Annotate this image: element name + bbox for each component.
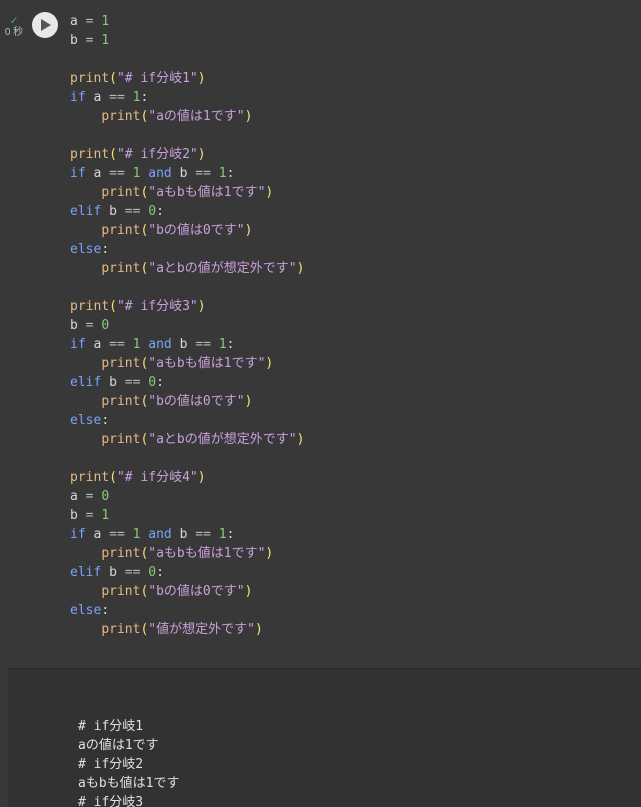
exec-time-label: 0 秒 <box>5 28 23 38</box>
code-line: b = 1 <box>70 506 633 525</box>
code-line <box>70 126 633 145</box>
cell-main: a = 1b = 1print("# if分岐1")if a == 1: pri… <box>62 0 641 807</box>
cell-output: # if分岐1 aの値は1です # if分岐2 aもbも値は1です # if分岐… <box>8 668 641 807</box>
code-line: print("値が想定外です") <box>70 620 633 639</box>
code-line: if a == 1 and b == 1: <box>70 525 633 544</box>
code-line <box>70 50 633 69</box>
code-line: print("bの値は0です") <box>70 392 633 411</box>
code-line: else: <box>70 240 633 259</box>
code-line: b = 0 <box>70 316 633 335</box>
code-line: if a == 1 and b == 1: <box>70 164 633 183</box>
code-line: else: <box>70 411 633 430</box>
code-line: elif b == 0: <box>70 373 633 392</box>
play-icon <box>39 19 51 31</box>
code-line <box>70 278 633 297</box>
code-line: print("# if分岐2") <box>70 145 633 164</box>
code-line: print("# if分岐4") <box>70 468 633 487</box>
code-line: print("aの値は1です") <box>70 107 633 126</box>
code-line: print("aとbの値が想定外です") <box>70 430 633 449</box>
code-line: print("aとbの値が想定外です") <box>70 259 633 278</box>
code-line: if a == 1 and b == 1: <box>70 335 633 354</box>
code-line: print("# if分岐1") <box>70 69 633 88</box>
code-line: elif b == 0: <box>70 563 633 582</box>
code-line: else: <box>70 601 633 620</box>
code-line <box>70 449 633 468</box>
stdout-text: # if分岐1 aの値は1です # if分岐2 aもbも値は1です # if分岐… <box>78 717 633 807</box>
code-line: print("bの値は0です") <box>70 221 633 240</box>
code-line: a = 1 <box>70 12 633 31</box>
success-check-icon: ✓ <box>10 14 17 26</box>
code-line: print("bの値は0です") <box>70 582 633 601</box>
code-line: a = 0 <box>70 487 633 506</box>
notebook-cell: ✓ 0 秒 a = 1b = 1print("# if分岐1")if a == … <box>0 0 641 807</box>
code-editor[interactable]: a = 1b = 1print("# if分岐1")if a == 1: pri… <box>62 0 641 668</box>
code-line: if a == 1: <box>70 88 633 107</box>
code-line: print("# if分岐3") <box>70 297 633 316</box>
code-line: print("aもbも値は1です") <box>70 354 633 373</box>
code-line: elif b == 0: <box>70 202 633 221</box>
code-line: print("aもbも値は1です") <box>70 544 633 563</box>
code-line: b = 1 <box>70 31 633 50</box>
run-cell-button[interactable] <box>32 12 58 38</box>
code-line: print("aもbも値は1です") <box>70 183 633 202</box>
